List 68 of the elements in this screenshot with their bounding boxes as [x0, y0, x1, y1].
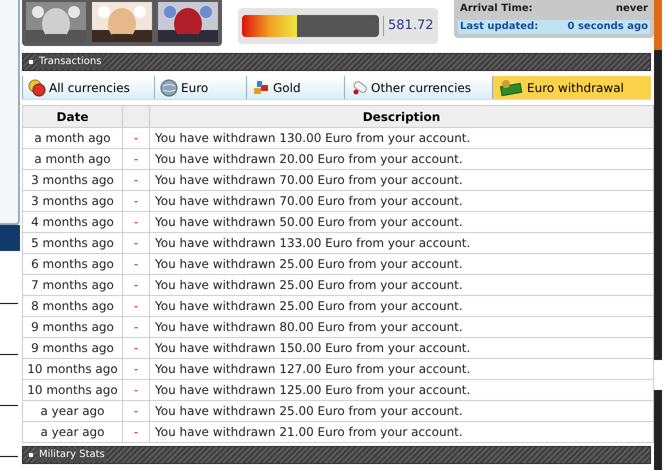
- description-cell: You have withdrawn 130.00 Euro from your account.: [150, 128, 654, 148]
- scroll-marker: [654, 0, 662, 50]
- date-cell: 3 months ago: [22, 170, 122, 190]
- date-cell: a year ago: [22, 400, 122, 422]
- section-title: Transactions: [37, 55, 104, 69]
- description-cell: You have withdrawn 127.00 Euro from your account.: [150, 358, 654, 380]
- sign-cell: -: [122, 212, 150, 232]
- date-cell: 7 months ago: [22, 274, 122, 296]
- tab[interactable]: Euro: [154, 76, 246, 99]
- date-cell: a month ago: [22, 128, 122, 148]
- sign-cell: -: [122, 380, 150, 400]
- description-cell: You have withdrawn 50.00 Euro from your account.: [150, 212, 654, 232]
- info-value: 0 seconds ago: [568, 20, 648, 34]
- date-cell: a year ago: [22, 422, 122, 442]
- description-cell: You have withdrawn 133.00 Euro from your account.: [150, 232, 654, 254]
- sign-cell: -: [122, 274, 150, 296]
- sign-cell: -: [122, 170, 150, 190]
- description-cell: You have withdrawn 70.00 Euro from your account.: [150, 190, 654, 212]
- coins-icon: [28, 78, 46, 96]
- scrollbar[interactable]: [654, 0, 662, 470]
- description-cell: You have withdrawn 25.00 Euro from your account.: [150, 274, 654, 296]
- sign-cell: -: [122, 254, 150, 274]
- column-header: Description: [362, 110, 440, 124]
- tab[interactable]: Euro withdrawal: [492, 76, 651, 99]
- description-cell: You have withdrawn 125.00 Euro from your account.: [150, 380, 654, 400]
- sidebar-bar: [0, 225, 20, 251]
- sign-cell: -: [122, 128, 150, 148]
- meter-reading: 581.72: [383, 16, 434, 36]
- date-cell: 8 months ago: [22, 296, 122, 316]
- banknotes-icon: [498, 78, 524, 96]
- date-cell: 6 months ago: [22, 254, 122, 274]
- description-cell: You have withdrawn 21.00 Euro from your account.: [150, 422, 654, 442]
- sign-cell: -: [122, 148, 150, 170]
- sign-cell: -: [122, 316, 150, 338]
- info-label: Last updated:: [460, 20, 538, 34]
- sign-cell: -: [122, 338, 150, 358]
- date-cell: 9 months ago: [22, 338, 122, 358]
- description-cell: You have withdrawn 25.00 Euro from your account.: [150, 296, 654, 316]
- description-cell: You have withdrawn 25.00 Euro from your account.: [150, 400, 654, 422]
- date-cell: 5 months ago: [22, 232, 122, 254]
- description-cell: You have withdrawn 80.00 Euro from your account.: [150, 316, 654, 338]
- description-cell: You have withdrawn 20.00 Euro from your account.: [150, 148, 654, 170]
- scroll-thumb[interactable]: [654, 360, 662, 390]
- sign-cell: -: [122, 232, 150, 254]
- column-header: Date: [56, 110, 88, 124]
- date-cell: 10 months ago: [22, 380, 122, 400]
- info-value: never: [616, 2, 648, 16]
- date-cell: 10 months ago: [22, 358, 122, 380]
- bullet-icon: [29, 453, 33, 457]
- sign-cell: -: [122, 422, 150, 442]
- description-cell: You have withdrawn 70.00 Euro from your account.: [150, 170, 654, 190]
- sign-cell: -: [122, 358, 150, 380]
- tab[interactable]: All currencies: [22, 76, 154, 99]
- info-label: Arrival Time:: [460, 2, 533, 16]
- date-cell: 3 months ago: [22, 190, 122, 212]
- description-cell: You have withdrawn 25.00 Euro from your account.: [150, 254, 654, 274]
- date-cell: 9 months ago: [22, 316, 122, 338]
- sign-cell: -: [122, 190, 150, 212]
- description-cell: You have withdrawn 150.00 Euro from your account.: [150, 338, 654, 358]
- sign-cell: -: [122, 400, 150, 422]
- tab[interactable]: Gold: [246, 76, 344, 99]
- section-title: Military Stats: [37, 448, 107, 462]
- date-cell: a month ago: [22, 148, 122, 170]
- bullet-icon: [29, 60, 33, 64]
- blocks-icon: [252, 78, 270, 96]
- date-cell: 4 months ago: [22, 212, 122, 232]
- globe-icon: [160, 78, 178, 96]
- sign-cell: -: [122, 296, 150, 316]
